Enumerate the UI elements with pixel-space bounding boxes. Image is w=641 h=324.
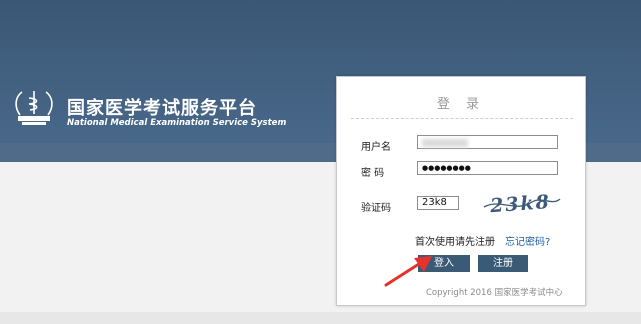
first-time-hint: 首次使用请先注册: [415, 237, 495, 248]
captcha-image[interactable]: 23k8: [482, 186, 562, 220]
captcha-input[interactable]: 23k8: [417, 196, 459, 210]
red-arrow-annotation: [384, 256, 432, 287]
forgot-password-link[interactable]: 忘记密码?: [505, 233, 550, 248]
password-input[interactable]: ●●●●●●●●: [417, 161, 558, 175]
username-input[interactable]: [417, 135, 558, 149]
captcha-text: 23k8: [488, 191, 551, 217]
brand-name-en: National Medical Examination Service Sys…: [67, 118, 287, 128]
brand-name-cn: 国家医学考试服务平台: [67, 98, 257, 119]
copyright-text: Copyright 2016 国家医学考试中心: [426, 288, 563, 298]
register-button[interactable]: 注册: [478, 255, 528, 272]
password-label: 密 码: [361, 168, 385, 179]
login-title: 登 录: [436, 97, 486, 112]
captcha-label: 验证码: [361, 203, 391, 214]
brand: 国家医学考试服务平台 National Medical Examination …: [12, 87, 302, 128]
username-label: 用户名: [361, 142, 391, 153]
blurred-username: [422, 139, 468, 147]
medical-emblem-icon: [15, 91, 53, 125]
footer-strip: [0, 312, 641, 324]
title-divider: [351, 118, 573, 119]
